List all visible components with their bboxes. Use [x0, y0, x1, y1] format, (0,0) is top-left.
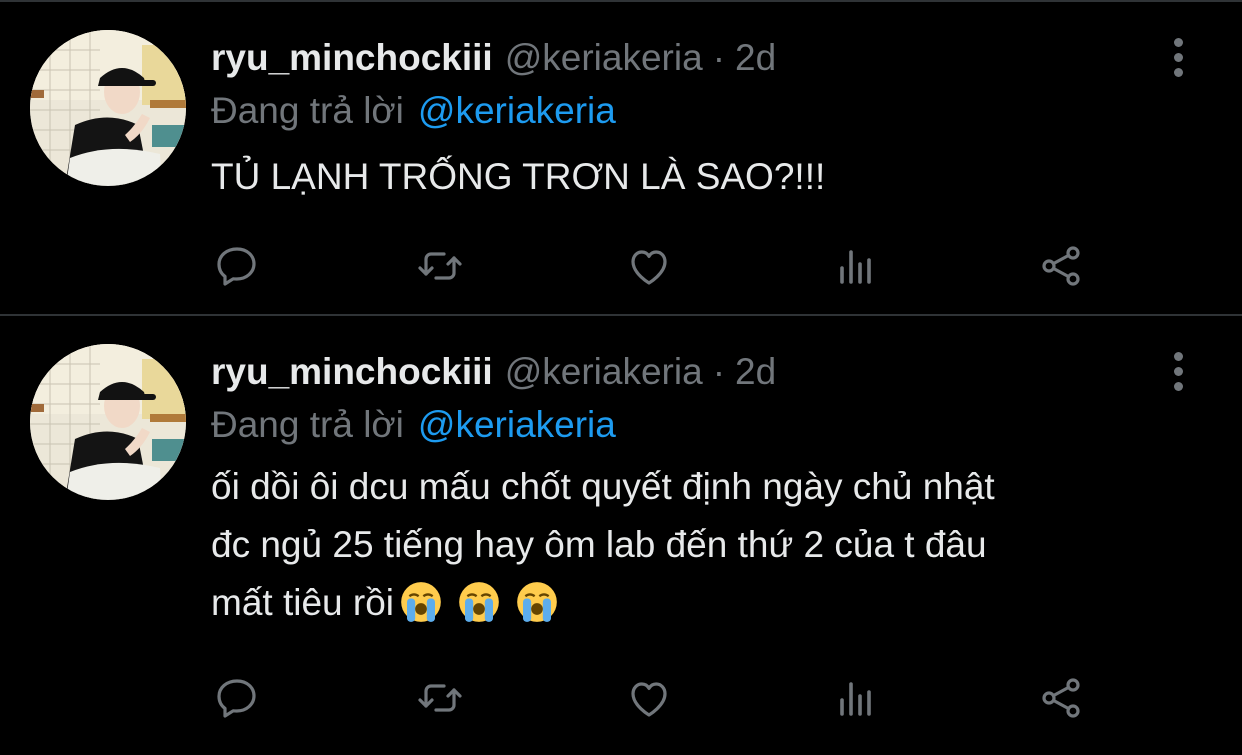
reply-icon — [217, 679, 256, 718]
more-dot — [1174, 68, 1183, 77]
separator-dot: · — [712, 351, 726, 392]
views-icon — [840, 250, 871, 284]
retweet-icon — [418, 252, 462, 280]
more-dot — [1174, 53, 1183, 62]
display-name[interactable]: ryu_minchockiii — [211, 37, 493, 78]
more-dot — [1174, 382, 1183, 391]
more-dot — [1174, 38, 1183, 47]
loudly-crying-face-icon — [517, 582, 557, 622]
separator-dot: · — [712, 37, 726, 78]
tweet-text: TỦ LẠNH TRỐNG TRƠN LÀ SAO?!!! — [211, 148, 1211, 206]
loudly-crying-face-icon — [401, 582, 441, 622]
tweet-header: ryu_minchockiii @keriakeria · 2d — [211, 32, 776, 84]
action-bar — [0, 666, 1242, 726]
like-icon — [631, 250, 667, 285]
more-dot — [1174, 367, 1183, 376]
handle[interactable]: @keriakeria — [505, 37, 703, 78]
reply-button[interactable] — [213, 242, 261, 290]
loudly-crying-face-icon — [459, 582, 499, 622]
views-button[interactable] — [832, 242, 880, 290]
retweet-button[interactable] — [416, 674, 464, 722]
share-button[interactable] — [1037, 674, 1085, 722]
like-button[interactable] — [625, 242, 673, 290]
display-name[interactable]: ryu_minchockiii — [211, 351, 493, 392]
timestamp[interactable]: 2d — [735, 351, 776, 392]
replying-to-label: Đang trả lời — [211, 404, 404, 445]
retweet-icon — [418, 684, 462, 712]
views-button[interactable] — [832, 674, 880, 722]
share-button[interactable] — [1037, 242, 1085, 290]
tweet-header: ryu_minchockiii @keriakeria · 2d — [211, 346, 776, 398]
replying-to: Đang trả lời @keriakeria — [211, 400, 616, 450]
share-icon — [1042, 678, 1080, 718]
reply-icon — [217, 247, 256, 286]
like-icon — [631, 682, 667, 717]
views-icon — [840, 682, 871, 716]
tweet-text-content: ối dồi ôi dcu mấu chốt quyết định ngày c… — [211, 466, 995, 623]
more-options-button[interactable] — [1163, 348, 1195, 394]
reply-mention-link[interactable]: @keriakeria — [418, 404, 616, 445]
avatar[interactable] — [30, 344, 186, 500]
handle[interactable]: @keriakeria — [505, 351, 703, 392]
share-icon — [1042, 246, 1080, 286]
more-dot — [1174, 352, 1183, 361]
reply-button[interactable] — [213, 674, 261, 722]
tweet-text: ối dồi ôi dcu mấu chốt quyết định ngày c… — [211, 458, 1211, 632]
reply-mention-link[interactable]: @keriakeria — [418, 90, 616, 131]
avatar[interactable] — [30, 30, 186, 186]
tweet[interactable]: ryu_minchockiii @keriakeria · 2d Đang trả l… — [0, 316, 1242, 755]
retweet-button[interactable] — [416, 242, 464, 290]
replying-to-label: Đang trả lời — [211, 90, 404, 131]
more-options-button[interactable] — [1163, 34, 1195, 80]
action-bar — [0, 234, 1242, 294]
like-button[interactable] — [625, 674, 673, 722]
timestamp[interactable]: 2d — [735, 37, 776, 78]
tweet-text-content: TỦ LẠNH TRỐNG TRƠN LÀ SAO?!!! — [211, 156, 826, 197]
replying-to: Đang trả lời @keriakeria — [211, 86, 616, 136]
tweet[interactable]: ryu_minchockiii @keriakeria · 2d Đang trả l… — [0, 2, 1242, 314]
